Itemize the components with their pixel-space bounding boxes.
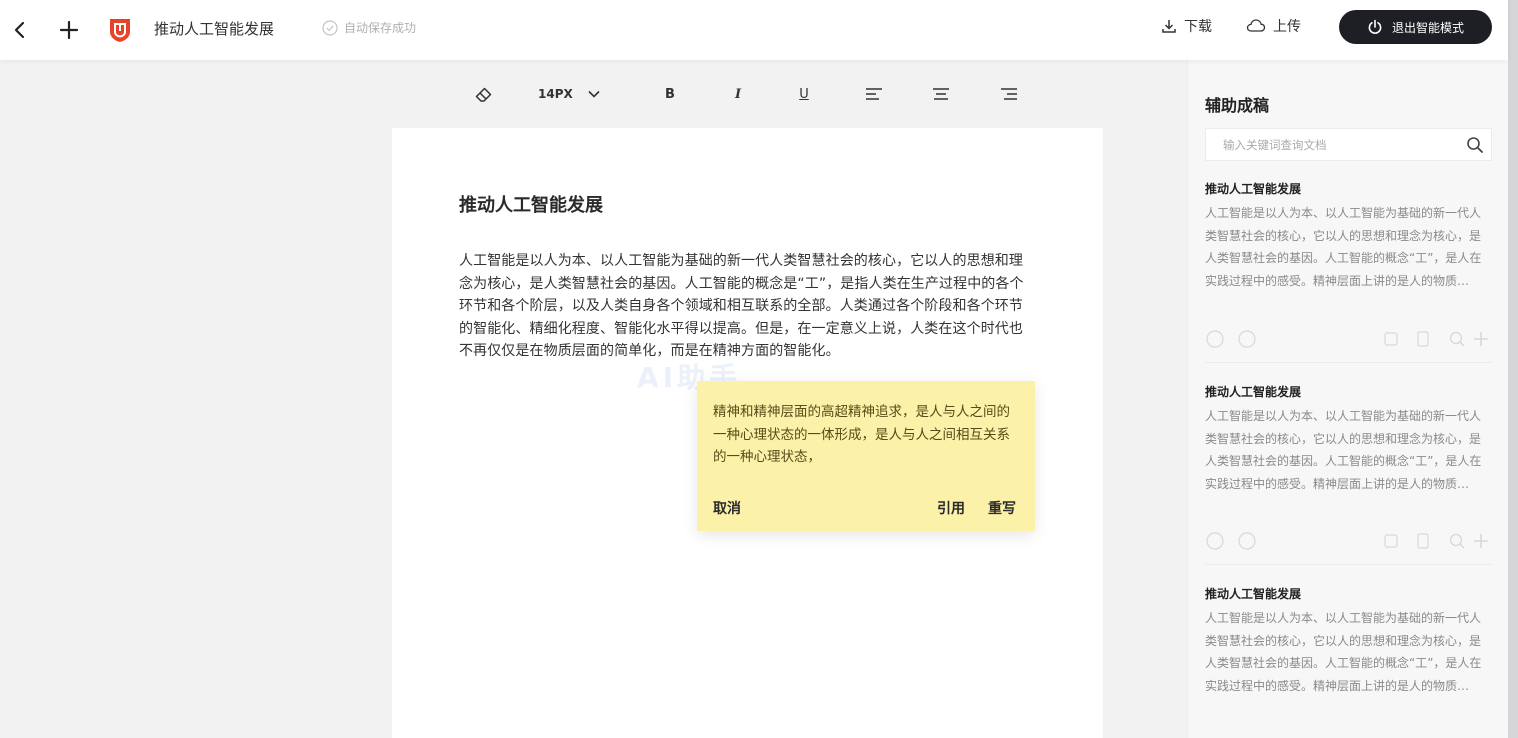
exit-smart-mode-button[interactable]: 退出智能模式 [1339, 10, 1492, 44]
check-circle-icon [322, 19, 338, 36]
search-input[interactable] [1206, 129, 1456, 160]
add-icon[interactable] [1471, 329, 1491, 349]
italic-button[interactable]: I [724, 76, 752, 112]
add-icon[interactable] [1471, 531, 1491, 551]
eraser-button[interactable] [470, 76, 498, 112]
search-icon[interactable] [1466, 136, 1484, 154]
doc-card[interactable]: 推动人工智能发展 人工智能是以人为本、以人工智能为基础的新一代人类智慧社会的核心… [1205, 180, 1492, 292]
underline-label: U [799, 86, 809, 102]
card-title: 推动人工智能发展 [1205, 385, 1302, 399]
card-actions [1205, 329, 1492, 351]
card-text: 人工智能是以人为本、以人工智能为基础的新一代人类智慧社会的核心，它以人的思想和理… [1205, 206, 1482, 288]
download-label: 下载 [1184, 19, 1212, 35]
sidebar-title: 辅助成稿 [1205, 96, 1270, 115]
align-left-button[interactable] [860, 76, 888, 112]
autosave-text: 自动保存成功 [344, 21, 417, 35]
dislike-icon[interactable] [1237, 329, 1257, 349]
cancel-button[interactable]: 取消 [713, 498, 741, 518]
underline-button[interactable]: U [790, 76, 818, 112]
document-title[interactable]: 推动人工智能发展 [459, 191, 603, 217]
card-title: 推动人工智能发展 [1205, 587, 1302, 601]
align-right-icon [1001, 88, 1017, 100]
font-size-value: 14PX [538, 87, 573, 101]
document-body[interactable]: 人工智能是以人为本、以人工智能为基础的新一代人类智慧社会的核心，它以人的思想和理… [459, 250, 1025, 363]
document-icon[interactable] [1413, 329, 1433, 349]
align-center-icon [933, 88, 949, 100]
card-actions [1205, 531, 1492, 553]
exit-label: 退出智能模式 [1391, 20, 1464, 35]
like-icon[interactable] [1205, 531, 1225, 551]
bold-button[interactable]: B [656, 76, 684, 112]
copy-icon[interactable] [1381, 329, 1401, 349]
cite-button[interactable]: 引用 [937, 498, 965, 518]
power-icon [1368, 19, 1382, 34]
eraser-icon [475, 87, 492, 102]
doc-card[interactable]: 推动人工智能发展 人工智能是以人为本、以人工智能为基础的新一代人类智慧社会的核心… [1205, 585, 1492, 697]
download-button[interactable]: 下载 [1161, 16, 1212, 36]
card-text: 人工智能是以人为本、以人工智能为基础的新一代人类智慧社会的核心，它以人的思想和理… [1205, 611, 1482, 693]
card-title: 推动人工智能发展 [1205, 182, 1302, 196]
align-left-icon [866, 88, 882, 100]
ai-suggestion-popup: 精神和精神层面的高超精神追求，是人与人之间的一种心理状态的一体形成，是人与人之间… [697, 381, 1035, 531]
add-icon[interactable] [53, 14, 85, 46]
doc-card[interactable]: 推动人工智能发展 人工智能是以人为本、以人工智能为基础的新一代人类智慧社会的核心… [1205, 383, 1492, 495]
document-icon[interactable] [1413, 531, 1433, 551]
top-bar: 推动人工智能发展 自动保存成功 下载 上传 退出智能模式 [0, 0, 1508, 60]
search-icon[interactable] [1447, 531, 1467, 551]
dislike-icon[interactable] [1237, 531, 1257, 551]
align-right-button[interactable] [995, 76, 1023, 112]
download-icon [1162, 20, 1176, 33]
search-icon[interactable] [1447, 329, 1467, 349]
copy-icon[interactable] [1381, 531, 1401, 551]
bold-label: B [665, 86, 675, 102]
card-divider [1205, 362, 1492, 363]
rewrite-button[interactable]: 重写 [988, 498, 1016, 518]
font-size-select[interactable]: 14PX [538, 76, 618, 112]
app-logo-icon [104, 14, 136, 46]
cloud-icon [1246, 19, 1266, 32]
sidebar-search [1205, 128, 1492, 161]
card-divider [1205, 564, 1492, 565]
suggestion-text: 精神和精神层面的高超精神追求，是人与人之间的一种心理状态的一体形成，是人与人之间… [713, 404, 1010, 465]
assist-sidebar: 辅助成稿 推动人工智能发展 人工智能是以人为本、以人工智能为基础的新一代人类智慧… [1187, 60, 1508, 738]
italic-label: I [734, 86, 742, 102]
card-text: 人工智能是以人为本、以人工智能为基础的新一代人类智慧社会的核心，它以人的思想和理… [1205, 409, 1482, 491]
like-icon[interactable] [1205, 329, 1225, 349]
window-edge [1508, 0, 1518, 738]
align-center-button[interactable] [927, 76, 955, 112]
back-icon[interactable] [4, 14, 36, 46]
autosave-status: 自动保存成功 [322, 19, 416, 36]
upload-button[interactable]: 上传 [1246, 16, 1301, 36]
upload-label: 上传 [1273, 19, 1301, 35]
doc-title[interactable]: 推动人工智能发展 [154, 18, 274, 39]
chevron-down-icon [588, 90, 600, 98]
